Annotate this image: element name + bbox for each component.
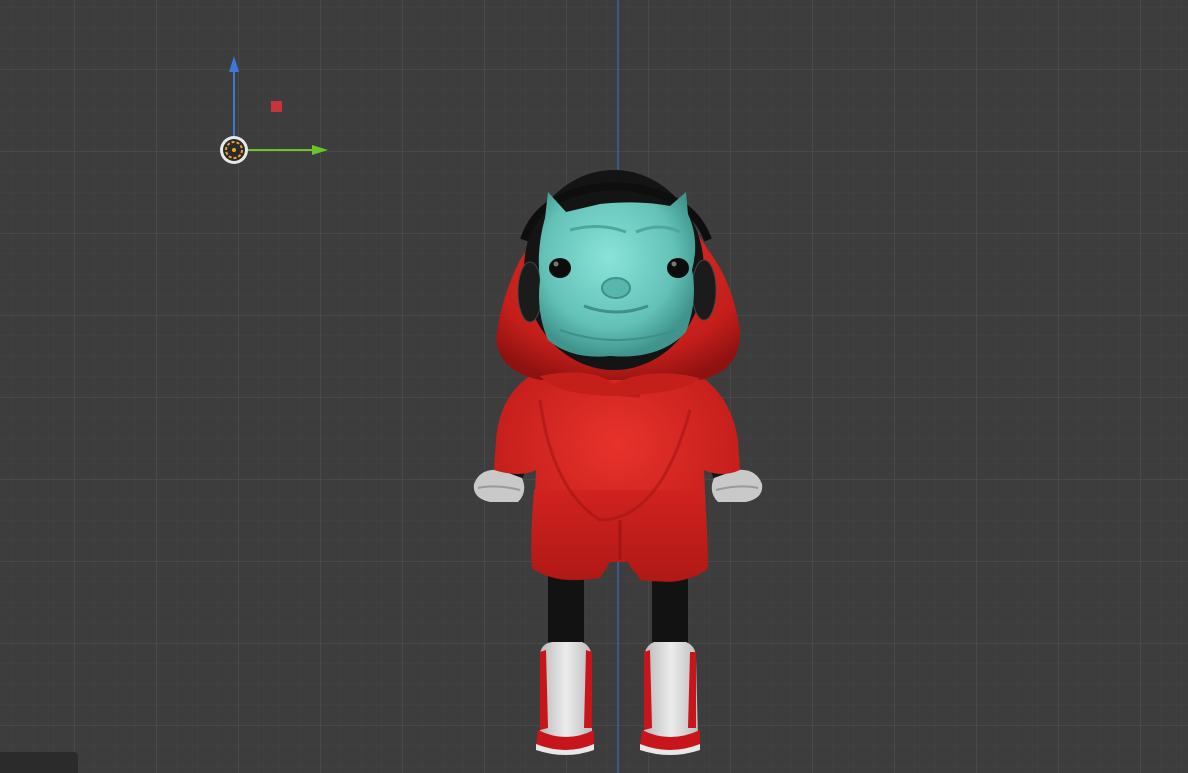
- viewport-canvas[interactable]: [0, 0, 1188, 773]
- left-ear-cup: [517, 261, 543, 323]
- bottom-left-panel[interactable]: [0, 752, 78, 773]
- left-shoe: [536, 642, 594, 755]
- left-leg: [548, 570, 584, 650]
- left-eye: [549, 258, 571, 278]
- right-shoe: [640, 642, 700, 755]
- 3d-viewport[interactable]: [0, 0, 1188, 773]
- right-eye: [667, 258, 689, 278]
- dog-nose: [601, 277, 631, 299]
- right-leg: [652, 570, 688, 650]
- x-axis-point-icon: [271, 101, 282, 112]
- right-ear-cup: [691, 259, 717, 321]
